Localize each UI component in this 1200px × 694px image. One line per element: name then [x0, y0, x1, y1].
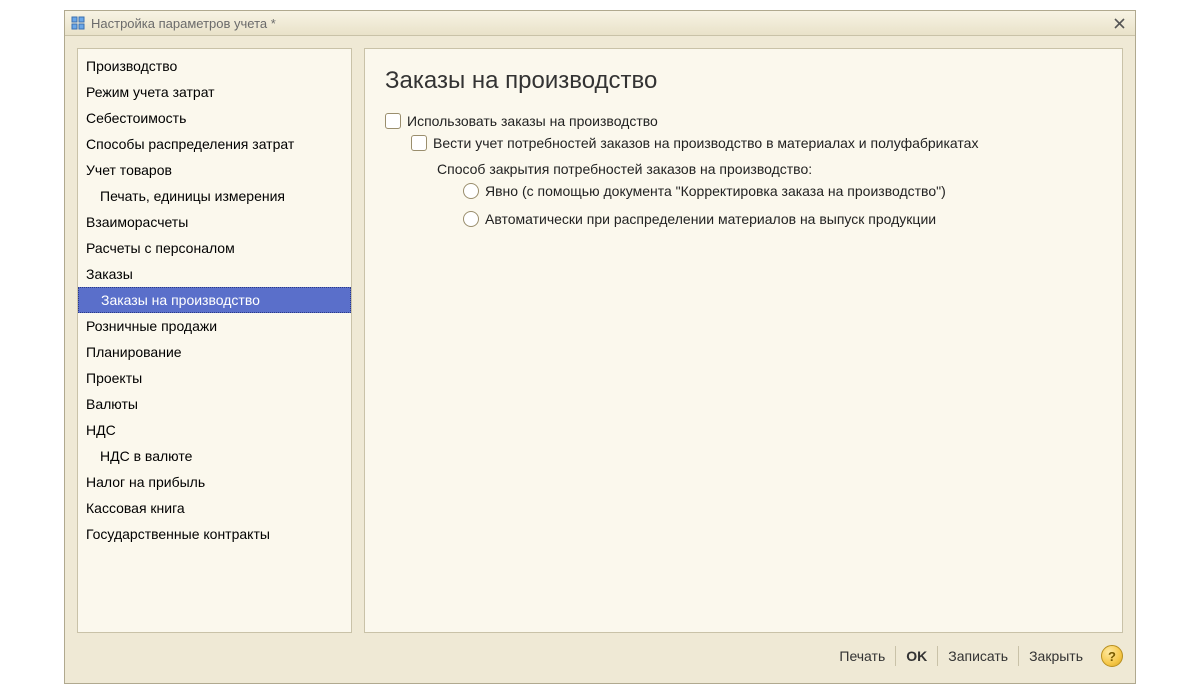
sidebar-item[interactable]: Заказы: [78, 261, 351, 287]
titlebar: Настройка параметров учета *: [65, 11, 1135, 36]
use-production-orders-row[interactable]: Использовать заказы на производство: [385, 113, 1102, 129]
sidebar-item[interactable]: Расчеты с персоналом: [78, 235, 351, 261]
app-icon: [71, 16, 85, 30]
closing-method-auto-row[interactable]: Автоматически при распределении материал…: [463, 211, 1102, 227]
sidebar-item[interactable]: Способы распределения затрат: [78, 131, 351, 157]
checkbox-icon[interactable]: [411, 135, 427, 151]
sidebar-item[interactable]: Учет товаров: [78, 157, 351, 183]
sidebar-item[interactable]: Государственные контракты: [78, 521, 351, 547]
sidebar-item[interactable]: Печать, единицы измерения: [78, 183, 351, 209]
close-icon[interactable]: [1109, 14, 1129, 32]
sidebar-item[interactable]: Взаиморасчеты: [78, 209, 351, 235]
sidebar-item[interactable]: Режим учета затрат: [78, 79, 351, 105]
closing-method-label: Способ закрытия потребностей заказов на …: [437, 161, 1102, 177]
sidebar-item[interactable]: Заказы на производство: [78, 287, 351, 313]
save-button[interactable]: Записать: [937, 646, 1018, 666]
sidebar-item[interactable]: Налог на прибыль: [78, 469, 351, 495]
sidebar-item[interactable]: Производство: [78, 53, 351, 79]
closing-method-explicit-row[interactable]: Явно (с помощью документа "Корректировка…: [463, 183, 1102, 199]
track-order-needs-row[interactable]: Вести учет потребностей заказов на произ…: [411, 135, 1102, 151]
sidebar-item[interactable]: Розничные продажи: [78, 313, 351, 339]
sidebar-item[interactable]: НДС в валюте: [78, 443, 351, 469]
use-production-orders-label: Использовать заказы на производство: [407, 113, 658, 129]
sidebar-item[interactable]: Планирование: [78, 339, 351, 365]
window-title: Настройка параметров учета *: [91, 16, 1109, 31]
sidebar-item[interactable]: Кассовая книга: [78, 495, 351, 521]
print-button[interactable]: Печать: [829, 646, 895, 666]
panels: ПроизводствоРежим учета затратСебестоимо…: [77, 48, 1123, 633]
track-order-needs-label: Вести учет потребностей заказов на произ…: [433, 135, 978, 151]
page-title: Заказы на производство: [385, 67, 1102, 95]
closing-method-auto-label: Автоматически при распределении материал…: [485, 211, 936, 227]
radio-icon[interactable]: [463, 211, 479, 227]
closing-method-explicit-label: Явно (с помощью документа "Корректировка…: [485, 183, 946, 199]
radio-icon[interactable]: [463, 183, 479, 199]
ok-button[interactable]: OK: [895, 646, 937, 666]
help-button[interactable]: ?: [1101, 645, 1123, 667]
body: ПроизводствоРежим учета затратСебестоимо…: [65, 36, 1135, 683]
sidebar-item[interactable]: НДС: [78, 417, 351, 443]
sidebar-item[interactable]: Себестоимость: [78, 105, 351, 131]
checkbox-icon[interactable]: [385, 113, 401, 129]
sidebar-item[interactable]: Валюты: [78, 391, 351, 417]
sidebar: ПроизводствоРежим учета затратСебестоимо…: [77, 48, 352, 633]
settings-window: Настройка параметров учета * Производств…: [64, 10, 1136, 684]
close-button[interactable]: Закрыть: [1018, 646, 1093, 666]
main-panel: Заказы на производство Использовать зака…: [364, 48, 1123, 633]
footer: Печать OK Записать Закрыть ?: [77, 641, 1123, 671]
sidebar-item[interactable]: Проекты: [78, 365, 351, 391]
